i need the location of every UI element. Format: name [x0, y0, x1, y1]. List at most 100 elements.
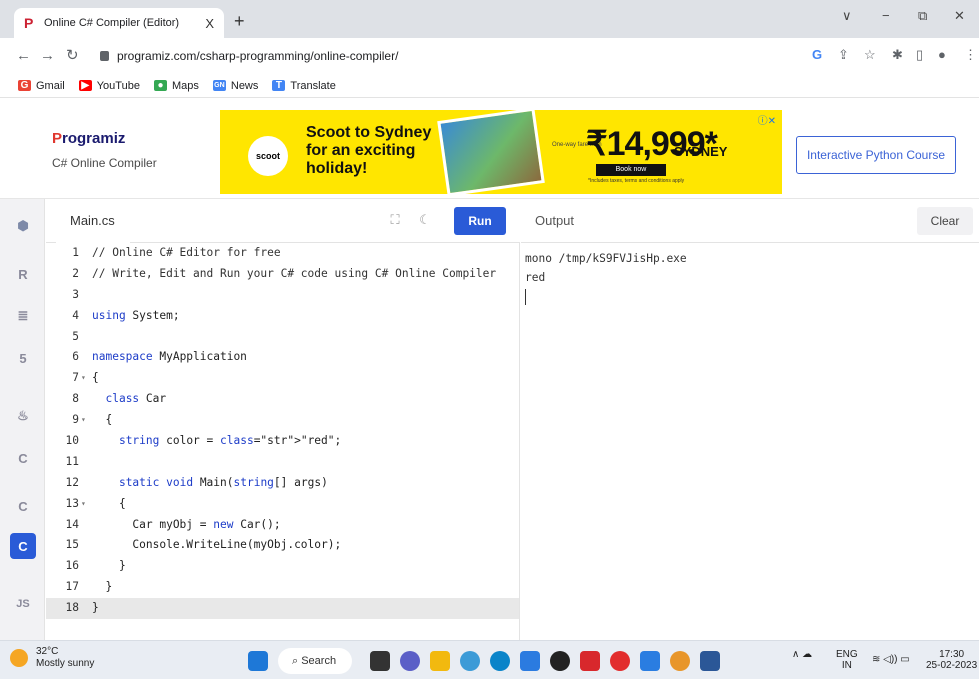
address-bar-row: ← → ↻ programiz.com/csharp-programming/o…	[0, 38, 979, 74]
file-explorer-icon[interactable]	[430, 651, 450, 671]
java-icon[interactable]: ♨	[10, 403, 36, 429]
clock[interactable]: 17:30 25-02-2023	[926, 649, 977, 671]
code-text: string color = class="str">"red";	[118, 434, 342, 448]
code-line[interactable]: 7 ▾ {	[46, 368, 519, 389]
code-text: namespace MyApplication	[92, 350, 247, 364]
code-line[interactable]: 17 }	[46, 577, 519, 598]
ad-banner[interactable]: scoot Scoot to Sydney for an exciting ho…	[220, 110, 782, 194]
code-editor[interactable]: 1 // Online C# Editor for free 2 // Write, …	[46, 243, 520, 640]
close-window-icon[interactable]: ✕	[954, 8, 965, 24]
app-icon[interactable]	[550, 651, 570, 671]
logo-text: rogramiz	[62, 130, 126, 147]
fold-toggle-icon[interactable]: ▾	[81, 494, 86, 515]
url-text[interactable]: programiz.com/csharp-programming/online-…	[117, 49, 398, 63]
code-line[interactable]: 9 ▾ {	[46, 410, 519, 431]
reload-icon[interactable]: ↻	[66, 48, 79, 63]
code-text: static void Main(string[] args)	[118, 475, 328, 489]
output-console[interactable]: mono /tmp/kS9FVJisHp.exe red	[521, 243, 979, 640]
bookmark-star-icon[interactable]: ☆	[864, 48, 876, 62]
code-line[interactable]: 4 using System;	[46, 306, 519, 327]
edge-icon[interactable]	[460, 651, 480, 671]
clear-button[interactable]: Clear	[917, 207, 973, 235]
chat-icon[interactable]	[400, 651, 420, 671]
scoot-logo: scoot	[248, 136, 288, 176]
file-tab[interactable]: Main.cs	[56, 199, 130, 243]
code-line[interactable]: 12 static void Main(string[] args)	[46, 473, 519, 494]
share-icon[interactable]: ⇪	[838, 48, 849, 62]
sql-icon[interactable]: ≣	[10, 303, 36, 329]
address-bar[interactable]: programiz.com/csharp-programming/online-…	[96, 43, 796, 69]
code-line[interactable]: 13 ▾ {	[46, 494, 519, 515]
new-tab-button[interactable]: +	[234, 12, 245, 30]
restore-icon[interactable]: ⧉	[918, 8, 927, 24]
start-icon[interactable]	[248, 651, 268, 671]
back-icon[interactable]: ←	[16, 48, 31, 63]
bookmark-maps[interactable]: ● Maps	[153, 80, 199, 92]
python-course-button[interactable]: Interactive Python Course	[796, 136, 956, 174]
minimize-icon[interactable]: −	[882, 8, 890, 23]
js-icon[interactable]: JS	[10, 591, 36, 617]
code-line[interactable]: 15 Console.WriteLine(myObj.color);	[46, 535, 519, 556]
weather-widget[interactable]: 32°C Mostly sunny	[10, 646, 94, 670]
r-icon[interactable]: R	[10, 261, 36, 287]
cpp-icon[interactable]: C	[10, 493, 36, 519]
bookmark-label: YouTube	[96, 79, 140, 92]
profile-icon[interactable]: ●	[938, 48, 946, 62]
extensions-icon[interactable]: ✱	[892, 48, 903, 62]
ad-close-icon[interactable]: ⓘ✕	[758, 112, 776, 127]
code-line[interactable]: 6 namespace MyApplication	[46, 347, 519, 368]
tab-title: Online C# Compiler (Editor)	[44, 17, 180, 29]
code-text: }	[92, 601, 99, 615]
bookmark-label: News	[230, 79, 259, 92]
code-line[interactable]: 16 }	[46, 556, 519, 577]
store-icon[interactable]	[520, 651, 540, 671]
bookmark-youtube[interactable]: ▶ YouTube	[78, 79, 140, 92]
theme-toggle-icon[interactable]: ☾	[414, 209, 436, 231]
bookmark-translate[interactable]: T Translate	[272, 80, 336, 92]
ad-fine-print: *Includes taxes, terms and conditions ap…	[588, 178, 685, 184]
task-view-icon[interactable]	[370, 651, 390, 671]
code-line[interactable]: 2 // Write, Edit and Run your C# code usi…	[46, 264, 519, 285]
code-line[interactable]: 14 Car myObj = new Car();	[46, 515, 519, 536]
tray-icons[interactable]: ∧ ☁	[792, 649, 812, 660]
menu-icon[interactable]: ⋮	[964, 48, 977, 62]
lock-icon[interactable]	[100, 51, 109, 61]
forward-icon[interactable]: →	[40, 48, 55, 63]
line-number: 6	[72, 350, 79, 364]
sidepanel-icon[interactable]: ▯	[916, 48, 923, 62]
network-volume-icon[interactable]: ≋ ◁)) ▭	[872, 654, 910, 665]
browser-tab[interactable]: P Online C# Compiler (Editor) X	[14, 8, 224, 38]
chrome-icon[interactable]	[670, 651, 690, 671]
code-line[interactable]: 8 class Car	[46, 389, 519, 410]
code-line[interactable]: 10 string color = class="str">"red";	[46, 431, 519, 452]
tab-search-icon[interactable]: ∨	[842, 8, 852, 24]
mcafee-icon[interactable]	[580, 651, 600, 671]
language-indicator[interactable]: ENG IN	[836, 649, 858, 671]
line-number: 7	[72, 371, 79, 385]
fold-toggle-icon[interactable]: ▾	[81, 368, 86, 389]
code-line[interactable]: 3	[46, 285, 519, 306]
bookmark-news[interactable]: GN News	[212, 79, 259, 92]
taskbar-search[interactable]: ⌕ Search	[278, 648, 352, 674]
bookmark-gmail[interactable]: G Gmail	[18, 80, 65, 92]
html-icon[interactable]: 5	[10, 345, 36, 371]
python-icon[interactable]: ⬢	[10, 213, 36, 239]
programiz-logo[interactable]: Programiz	[52, 130, 125, 147]
code-line[interactable]: 1 // Online C# Editor for free	[46, 243, 519, 264]
c-icon[interactable]: C	[10, 445, 36, 471]
opera-icon[interactable]	[610, 651, 630, 671]
tab-close-icon[interactable]: X	[205, 16, 214, 31]
code-line[interactable]: 18}	[46, 598, 519, 620]
google-icon[interactable]: G	[812, 48, 822, 62]
browser-icon[interactable]	[490, 651, 510, 671]
ad-book-now[interactable]: Book now	[596, 164, 666, 176]
fold-toggle-icon[interactable]: ▾	[81, 410, 86, 431]
word-icon[interactable]	[700, 651, 720, 671]
code-line[interactable]: 5	[46, 327, 519, 348]
csharp-icon[interactable]: C	[10, 533, 36, 559]
code-line[interactable]: 11	[46, 452, 519, 473]
run-button[interactable]: Run	[454, 207, 506, 235]
fullscreen-icon[interactable]: ⛶	[384, 209, 406, 231]
todo-icon[interactable]	[640, 651, 660, 671]
time: 17:30	[939, 649, 965, 660]
